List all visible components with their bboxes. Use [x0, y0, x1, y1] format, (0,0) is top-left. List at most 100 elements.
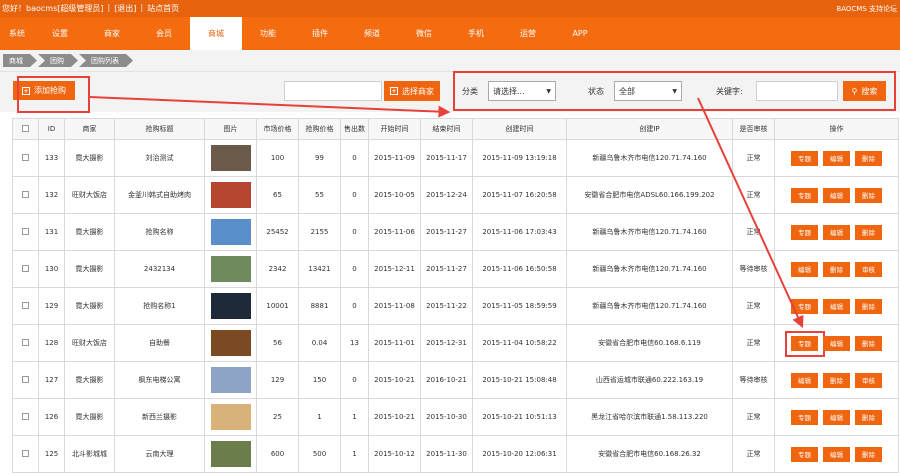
delete-button[interactable]: 删除	[855, 150, 882, 166]
row-checkbox[interactable]	[22, 412, 29, 420]
feature-button[interactable]: 专题	[791, 187, 818, 203]
nav-item-7[interactable]: 频道	[346, 17, 398, 50]
breadcrumb-item-0[interactable]: 商城	[3, 54, 37, 67]
row-checkbox[interactable]	[22, 301, 29, 309]
delete-button[interactable]: 删除	[855, 298, 882, 314]
shop-input[interactable]	[284, 81, 382, 101]
cell-sold: 0	[340, 250, 369, 288]
row-checkbox[interactable]	[22, 449, 29, 457]
cell-price: 55	[298, 176, 341, 214]
support-forum-link[interactable]: BAOCMS 支持论坛	[836, 4, 897, 14]
edit-button[interactable]: 编辑	[823, 446, 850, 462]
cell-title: 自助餐	[114, 324, 205, 362]
breadcrumb-item-1[interactable]: 团购	[38, 54, 78, 67]
nav-item-1[interactable]: 设置	[34, 17, 86, 50]
nav-item-4[interactable]: 商城	[190, 17, 242, 50]
edit-button[interactable]: 编辑	[823, 335, 850, 351]
row-checkbox-cell[interactable]	[12, 361, 39, 399]
cell-price: 500	[298, 435, 341, 473]
cell-start: 2015-11-09	[368, 139, 421, 177]
table-header: ID 商家 抢购标题 图片 市场价格 抢购价格 售出数 开始时间 结束时间 创建时间 创建IP 是否审…	[12, 118, 899, 140]
select-all-checkbox[interactable]	[22, 124, 29, 132]
nav-item-3[interactable]: 会员	[138, 17, 190, 50]
cell-price: 1	[298, 398, 341, 436]
delete-button[interactable]: 删除	[823, 372, 850, 388]
edit-button[interactable]: 编辑	[791, 261, 818, 277]
cell-ip: 安徽省合肥市电信60.168.26.32	[566, 435, 733, 473]
row-checkbox[interactable]	[22, 153, 29, 161]
delete-button[interactable]: 删除	[823, 261, 850, 277]
cell-id: 132	[38, 176, 65, 214]
row-checkbox[interactable]	[22, 264, 29, 272]
delete-button[interactable]: 删除	[855, 446, 882, 462]
cell-sold: 0	[340, 139, 369, 177]
delete-button[interactable]: 删除	[855, 409, 882, 425]
review-button[interactable]: 审核	[855, 372, 882, 388]
edit-button[interactable]: 编辑	[823, 298, 850, 314]
site-home-link[interactable]: 站点首页	[147, 3, 179, 14]
feature-button[interactable]: 专题	[791, 298, 818, 314]
nav-item-11[interactable]: APP	[554, 17, 606, 50]
cell-ip: 黑龙江省哈尔滨市联通1.58.113.220	[566, 398, 733, 436]
row-checkbox-cell[interactable]	[12, 435, 39, 473]
nav-item-5[interactable]: 功能	[242, 17, 294, 50]
cell-market: 56	[256, 324, 299, 362]
delete-button[interactable]: 删除	[855, 335, 882, 351]
row-checkbox-cell[interactable]	[12, 213, 39, 251]
feature-button[interactable]: 专题	[791, 150, 818, 166]
cell-created: 2015-11-06 16:50:58	[472, 250, 567, 288]
feature-button[interactable]: 专题	[791, 446, 818, 462]
cell-market: 65	[256, 176, 299, 214]
cell-end: 2015-11-17	[420, 139, 473, 177]
nav-item-2[interactable]: 商家	[86, 17, 138, 50]
table-row: 128 旺财大饭店 自助餐 56 0.04 13 2015-11-01 2015-12-31 2…	[12, 324, 899, 362]
nav-item-10[interactable]: 运营	[502, 17, 554, 50]
edit-button[interactable]: 编辑	[823, 409, 850, 425]
row-checkbox[interactable]	[22, 375, 29, 383]
cell-market: 25	[256, 398, 299, 436]
row-checkbox-cell[interactable]	[12, 250, 39, 288]
row-checkbox-cell[interactable]	[12, 324, 39, 362]
delete-button[interactable]: 删除	[855, 224, 882, 240]
logout-link[interactable]: [退出]	[114, 3, 136, 14]
cell-end: 2016-10-21	[420, 361, 473, 399]
row-checkbox[interactable]	[22, 227, 29, 235]
nav-item-0[interactable]: 系统	[0, 17, 34, 50]
cell-end: 2015-12-24	[420, 176, 473, 214]
row-checkbox[interactable]	[22, 338, 29, 346]
breadcrumb: 商城 团购 团购列表	[0, 50, 900, 72]
edit-button[interactable]: 编辑	[823, 187, 850, 203]
actions-cell: 编辑 删除 审核	[774, 250, 899, 288]
table-row: 126 霓大摄影 新西兰摄影 25 1 1 2015-10-21 2015-10-30 2015…	[12, 398, 899, 436]
actions-cell: 专题 编辑 删除	[774, 213, 899, 251]
cell-id: 129	[38, 287, 65, 325]
cell-shop: 旺财大饭店	[64, 324, 115, 362]
row-checkbox-cell[interactable]	[12, 139, 39, 177]
annotation-box-add	[17, 76, 90, 113]
group-buy-table: ID 商家 抢购标题 图片 市场价格 抢购价格 售出数 开始时间 结束时间 创建时间 创建IP 是否审…	[12, 118, 899, 473]
thumbnail-cell	[204, 213, 257, 251]
feature-button[interactable]: 专题	[791, 409, 818, 425]
nav-item-9[interactable]: 手机	[450, 17, 502, 50]
cell-id: 127	[38, 361, 65, 399]
nav-item-8[interactable]: 微信	[398, 17, 450, 50]
review-button[interactable]: 审核	[855, 261, 882, 277]
nav-item-6[interactable]: 插件	[294, 17, 346, 50]
cell-ip: 安徽省合肥市电信60.168.6.119	[566, 324, 733, 362]
feature-button[interactable]: 专题	[791, 224, 818, 240]
row-checkbox[interactable]	[22, 190, 29, 198]
column-header-0[interactable]	[12, 118, 39, 140]
delete-button[interactable]: 删除	[855, 187, 882, 203]
actions-cell: 专题 编辑 删除	[774, 324, 899, 362]
edit-button[interactable]: 编辑	[791, 372, 818, 388]
select-shop-button[interactable]: + 选择商家	[384, 81, 440, 101]
breadcrumb-item-2[interactable]: 团购列表	[79, 54, 133, 67]
row-checkbox-cell[interactable]	[12, 176, 39, 214]
feature-button[interactable]: 专题	[791, 335, 818, 351]
row-checkbox-cell[interactable]	[12, 398, 39, 436]
edit-button[interactable]: 编辑	[823, 224, 850, 240]
edit-button[interactable]: 编辑	[823, 150, 850, 166]
cell-sold: 0	[340, 287, 369, 325]
row-checkbox-cell[interactable]	[12, 287, 39, 325]
table-row: 130 霓大摄影 2432134 2342 13421 0 2015-12-11 2015-1…	[12, 250, 899, 288]
